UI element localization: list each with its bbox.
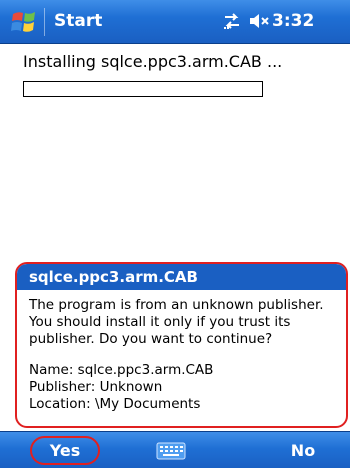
- title-bar: Start 3:32: [0, 0, 350, 44]
- keyboard-icon[interactable]: [156, 442, 186, 460]
- windows-start-flag-icon[interactable]: [10, 8, 38, 36]
- clock-time[interactable]: 3:32: [272, 10, 314, 32]
- install-progress-bar: [23, 81, 263, 97]
- install-status-text: Installing sqlce.ppc3.arm.CAB ...: [23, 52, 283, 71]
- dialog-name-line: Name: sqlce.ppc3.arm.CAB: [29, 362, 214, 378]
- no-button[interactable]: No: [273, 436, 333, 465]
- dialog-location-line: Location: \My Documents: [29, 396, 201, 412]
- soft-key-bar: Yes No: [0, 431, 350, 468]
- title-separator: [44, 8, 45, 36]
- device-screen: Start 3:32 Installing sqlce.ppc3.arm.CAB…: [0, 0, 350, 468]
- volume-muted-icon[interactable]: [248, 12, 270, 30]
- connectivity-icon[interactable]: [222, 11, 242, 31]
- dialog-publisher-line: Publisher: Unknown: [29, 379, 163, 395]
- dialog-message-line-3: publisher. Do you want to continue?: [29, 331, 273, 347]
- security-warning-dialog: sqlce.ppc3.arm.CAB The program is from a…: [15, 262, 348, 428]
- dialog-title: sqlce.ppc3.arm.CAB: [17, 264, 346, 290]
- dialog-message-line-1: The program is from an unknown publisher…: [29, 297, 324, 313]
- title-text[interactable]: Start: [54, 10, 102, 32]
- yes-button[interactable]: Yes: [30, 436, 100, 465]
- dialog-message-line-2: You should install it only if you trust …: [29, 314, 291, 330]
